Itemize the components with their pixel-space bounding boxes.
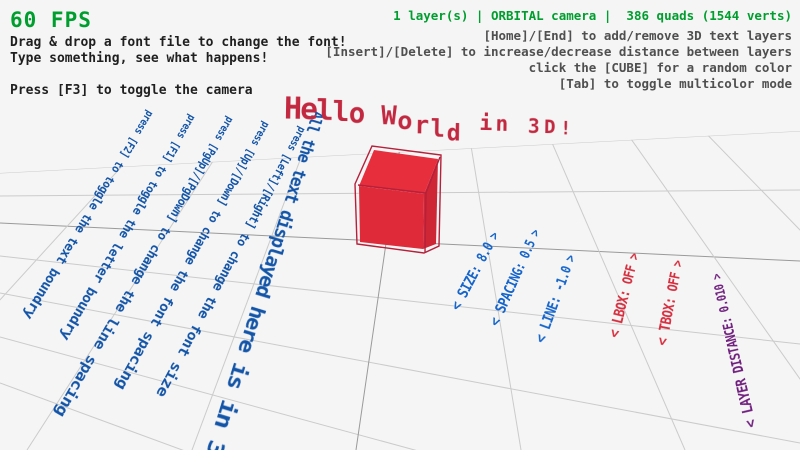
help-left-line: Press [F3] to toggle the camera xyxy=(10,83,253,98)
cube-face-top[interactable] xyxy=(359,150,438,194)
help-right-line: [Home]/[End] to add/remove 3D text layer… xyxy=(483,28,792,43)
help-left-line: Drag & drop a font file to change the fo… xyxy=(10,35,347,50)
cube[interactable] xyxy=(355,146,441,253)
help-right-line: click the [CUBE] for a random color xyxy=(529,60,792,75)
fps-counter: 60 FPS xyxy=(10,8,92,32)
help-right-line: [Tab] to toggle multicolor mode xyxy=(559,76,792,91)
status-bar: 1 layer(s) | ORBITAL camera | 386 quads … xyxy=(393,8,792,23)
wave-text: Hello World in 3D! xyxy=(284,91,574,131)
help-right-line: [Insert]/[Delete] to increase/decrease d… xyxy=(325,44,792,59)
help-left-line: Type something, see what happens! xyxy=(10,51,268,66)
cube-face-left[interactable] xyxy=(359,186,424,249)
